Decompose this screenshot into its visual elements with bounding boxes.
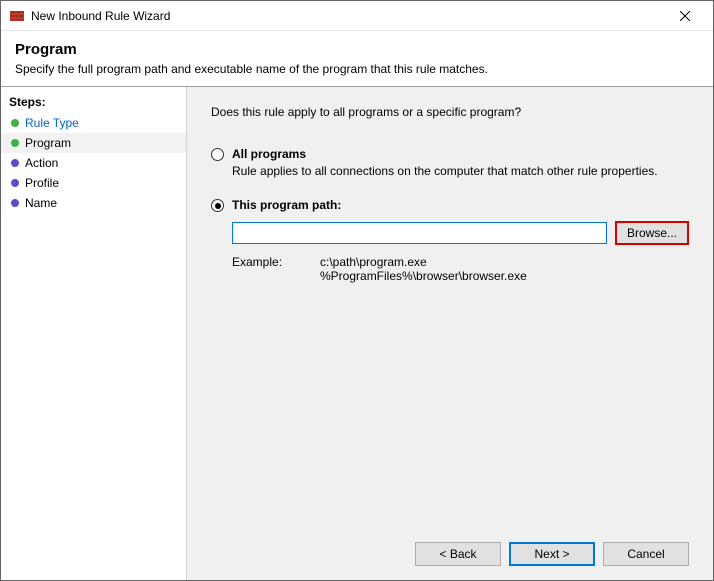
step-label: Program <box>25 136 71 150</box>
steps-sidebar: Steps: Rule Type Program Action Profile … <box>1 87 186 580</box>
wizard-footer: < Back Next > Cancel <box>211 530 689 566</box>
wizard-header: Program Specify the full program path an… <box>1 31 713 86</box>
step-link[interactable]: Rule Type <box>25 116 79 130</box>
option-label: All programs <box>232 147 306 161</box>
browse-button[interactable]: Browse... <box>615 221 689 245</box>
radio-icon[interactable] <box>211 148 224 161</box>
step-name[interactable]: Name <box>1 193 186 213</box>
back-button[interactable]: < Back <box>415 542 501 566</box>
step-bullet-icon <box>11 179 19 187</box>
step-label: Profile <box>25 176 59 190</box>
option-all-programs[interactable]: All programs <box>211 147 689 161</box>
page-subtitle: Specify the full program path and execut… <box>15 62 699 76</box>
step-rule-type[interactable]: Rule Type <box>1 113 186 133</box>
step-bullet-icon <box>11 139 19 147</box>
step-label: Action <box>25 156 58 170</box>
window-title: New Inbound Rule Wizard <box>31 9 665 23</box>
titlebar: New Inbound Rule Wizard <box>1 1 713 31</box>
step-bullet-icon <box>11 199 19 207</box>
steps-heading: Steps: <box>1 93 186 113</box>
wizard-content: Does this rule apply to all programs or … <box>186 87 713 580</box>
example-label: Example: <box>232 255 290 283</box>
program-path-input[interactable] <box>232 222 607 244</box>
example-row: Example: c:\path\program.exe %ProgramFil… <box>232 255 689 283</box>
program-path-row: Browse... <box>232 221 689 245</box>
option-this-program-path[interactable]: This program path: <box>211 198 689 212</box>
step-program[interactable]: Program <box>1 133 186 153</box>
wizard-body: Steps: Rule Type Program Action Profile … <box>1 87 713 580</box>
firewall-icon <box>9 8 25 24</box>
radio-icon[interactable] <box>211 199 224 212</box>
question-text: Does this rule apply to all programs or … <box>211 105 689 119</box>
step-profile[interactable]: Profile <box>1 173 186 193</box>
step-bullet-icon <box>11 159 19 167</box>
close-button[interactable] <box>665 2 705 30</box>
example-paths: c:\path\program.exe %ProgramFiles%\brows… <box>320 255 527 283</box>
option-all-desc: Rule applies to all connections on the c… <box>232 164 689 178</box>
cancel-button[interactable]: Cancel <box>603 542 689 566</box>
step-action[interactable]: Action <box>1 153 186 173</box>
wizard-window: New Inbound Rule Wizard Program Specify … <box>0 0 714 581</box>
next-button[interactable]: Next > <box>509 542 595 566</box>
option-label: This program path: <box>232 198 341 212</box>
page-title: Program <box>15 41 699 58</box>
step-label: Name <box>25 196 57 210</box>
step-bullet-icon <box>11 119 19 127</box>
